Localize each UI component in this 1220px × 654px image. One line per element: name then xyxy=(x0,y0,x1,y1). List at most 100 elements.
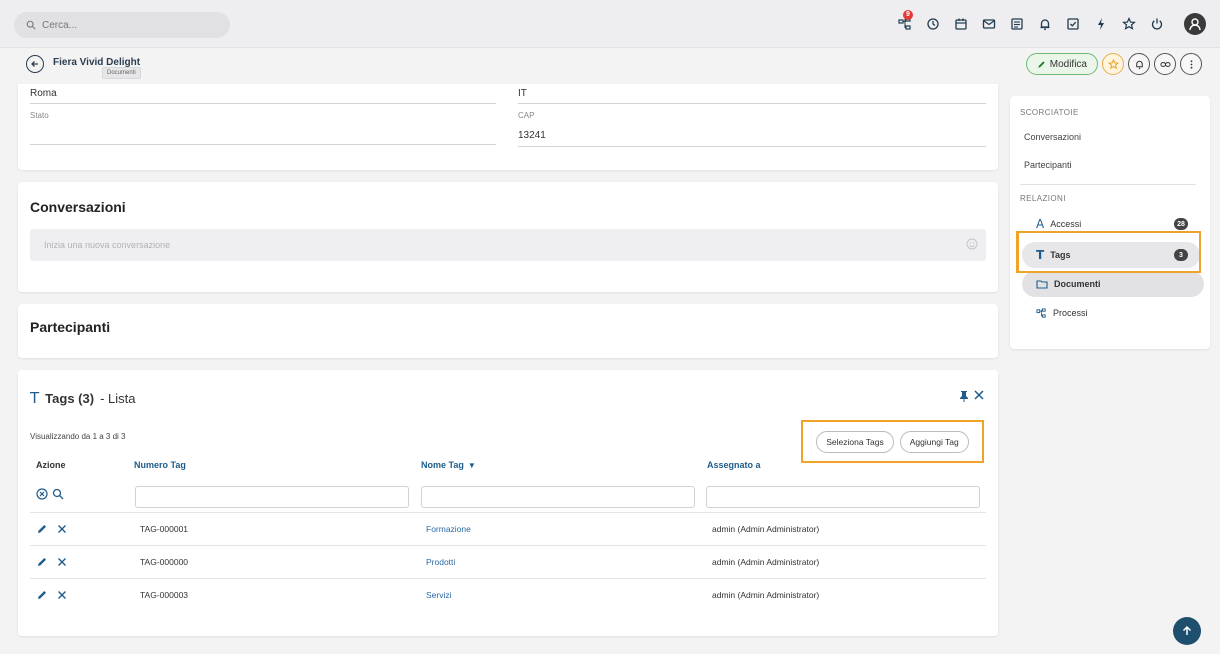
select-tags-button[interactable]: Seleziona Tags xyxy=(816,430,894,453)
new-conversation-input[interactable]: Inizia una nuova conversazione xyxy=(30,229,986,261)
record-actions: Modifica xyxy=(1025,53,1202,75)
filter-tag-number-input[interactable] xyxy=(135,486,409,508)
access-type-icon: A xyxy=(1036,217,1045,231)
bell-icon[interactable] xyxy=(1036,15,1054,33)
column-header-tag-number[interactable]: Numero Tag xyxy=(134,460,186,470)
top-icon-bar: 9 xyxy=(896,10,1206,38)
delete-icon[interactable] xyxy=(56,589,68,601)
delete-icon[interactable] xyxy=(56,523,68,535)
relations-heading: RELAZIONI xyxy=(1020,194,1066,203)
shortcut-participants[interactable]: Partecipanti xyxy=(1024,160,1072,170)
tooltip: Documenti xyxy=(102,67,141,79)
user-icon xyxy=(1189,18,1201,31)
star-icon[interactable] xyxy=(1120,15,1138,33)
sidebar-item-label: Processi xyxy=(1053,308,1088,318)
address-section: Roma IT Stato CAP 13241 xyxy=(18,84,998,170)
copy-link-button[interactable] xyxy=(1154,53,1176,75)
close-icon[interactable] xyxy=(972,388,986,402)
pencil-icon[interactable] xyxy=(36,589,48,601)
count-badge: 28 xyxy=(1174,218,1188,230)
pencil-icon[interactable] xyxy=(36,556,48,568)
sidebar-item-label: Documenti xyxy=(1054,279,1101,289)
tag-actions-highlight: Seleziona Tags Aggiungi Tag xyxy=(801,420,984,463)
row-actions xyxy=(36,589,68,601)
city-value: Roma xyxy=(30,88,57,99)
filter-tag-name-input[interactable] xyxy=(421,486,695,508)
top-bar: Cerca... 9 xyxy=(0,0,1220,48)
row-actions xyxy=(36,523,68,535)
checklist-icon[interactable] xyxy=(1064,15,1082,33)
emoji-icon[interactable] xyxy=(966,238,978,250)
link-icon xyxy=(1159,61,1171,67)
search-icon[interactable] xyxy=(52,488,64,500)
column-header-assigned-to[interactable]: Assegnato a xyxy=(707,460,761,470)
scroll-to-top-button[interactable] xyxy=(1173,617,1201,645)
sidebar-item-documenti[interactable]: Documenti xyxy=(1022,271,1204,297)
tags-panel-title: Tags (3) xyxy=(45,390,95,406)
delete-icon[interactable] xyxy=(56,556,68,568)
sort-desc-icon: ▼ xyxy=(467,461,476,470)
city-field-underline xyxy=(30,103,496,104)
pagination-summary: Visualizzando da 1 a 3 di 3 xyxy=(30,432,126,441)
edit-button-label: Modifica xyxy=(1049,58,1087,70)
cap-field[interactable]: 13241 xyxy=(518,130,546,141)
right-sidebar: SCORCIATOIE Conversazioni Partecipanti R… xyxy=(1010,96,1210,349)
assigned-to-cell: admin (Admin Administrator) xyxy=(712,590,820,600)
kebab-menu-icon xyxy=(1190,59,1192,69)
search-placeholder: Cerca... xyxy=(42,19,78,31)
tag-type-icon: T xyxy=(30,389,40,407)
arrow-up-icon xyxy=(1182,625,1192,635)
assigned-to-cell: admin (Admin Administrator) xyxy=(712,557,820,567)
participants-section: Partecipanti xyxy=(18,304,998,358)
shortcuts-heading: SCORCIATOIE xyxy=(1020,108,1079,117)
sidebar-item-processi[interactable]: Processi xyxy=(1022,300,1200,326)
bolt-icon[interactable] xyxy=(1092,15,1110,33)
tag-number-cell: TAG-000003 xyxy=(140,590,189,600)
clear-filter-icon[interactable] xyxy=(36,488,48,500)
province-field-underline xyxy=(518,103,986,104)
filter-assigned-to-input[interactable] xyxy=(706,486,980,508)
tag-name-link[interactable]: Servizi xyxy=(426,590,452,600)
tags-panel-subtitle: - Lista xyxy=(100,390,136,406)
column-header-tag-name-label: Nome Tag xyxy=(421,460,464,470)
processes-icon xyxy=(1036,307,1046,318)
tags-highlight-box xyxy=(1016,231,1201,273)
state-label: Stato xyxy=(30,111,49,120)
bell-icon xyxy=(1135,60,1143,69)
conversations-title: Conversazioni xyxy=(30,199,126,215)
processes-icon[interactable]: 9 xyxy=(896,10,914,33)
notes-icon[interactable] xyxy=(1008,15,1026,33)
global-search-input[interactable]: Cerca... xyxy=(14,12,230,38)
star-icon xyxy=(1107,58,1119,69)
participants-title: Partecipanti xyxy=(30,319,111,335)
row-actions xyxy=(36,556,68,568)
tag-name-link[interactable]: Formazione xyxy=(426,524,471,534)
table-row: TAG-000003 Servizi admin (Admin Administ… xyxy=(30,579,986,612)
record-header: Fiera Vivid Delight Documenti Modifica xyxy=(0,49,1220,83)
follow-button[interactable] xyxy=(1128,53,1150,75)
new-conversation-placeholder: Inizia una nuova conversazione xyxy=(44,240,171,250)
column-header-tag-name[interactable]: Nome Tag ▼ xyxy=(421,460,476,470)
power-icon[interactable] xyxy=(1148,15,1166,33)
table-row: TAG-000001 Formazione admin (Admin Admin… xyxy=(30,513,986,546)
user-avatar[interactable] xyxy=(1184,13,1206,35)
tags-panel-header: T Tags (3) - Lista xyxy=(30,389,135,407)
column-header-action: Azione xyxy=(36,460,66,470)
edit-button[interactable]: Modifica xyxy=(1025,53,1098,75)
back-button[interactable] xyxy=(26,55,44,73)
favorite-button[interactable] xyxy=(1102,53,1124,75)
pin-icon[interactable] xyxy=(958,390,970,402)
history-icon[interactable] xyxy=(924,15,942,33)
shortcut-conversations[interactable]: Conversazioni xyxy=(1024,132,1081,142)
calendar-icon[interactable] xyxy=(952,15,970,33)
arrow-left-icon xyxy=(31,61,38,67)
tag-name-link[interactable]: Prodotti xyxy=(426,557,455,567)
filter-row xyxy=(30,483,986,513)
add-tag-button[interactable]: Aggiungi Tag xyxy=(899,430,969,453)
mail-icon[interactable] xyxy=(980,15,998,33)
pencil-icon[interactable] xyxy=(36,523,48,535)
sidebar-item-label: Accessi xyxy=(1050,219,1082,229)
cap-label: CAP xyxy=(518,111,535,120)
more-options-button[interactable] xyxy=(1180,53,1202,75)
tag-number-cell: TAG-000000 xyxy=(140,557,189,567)
